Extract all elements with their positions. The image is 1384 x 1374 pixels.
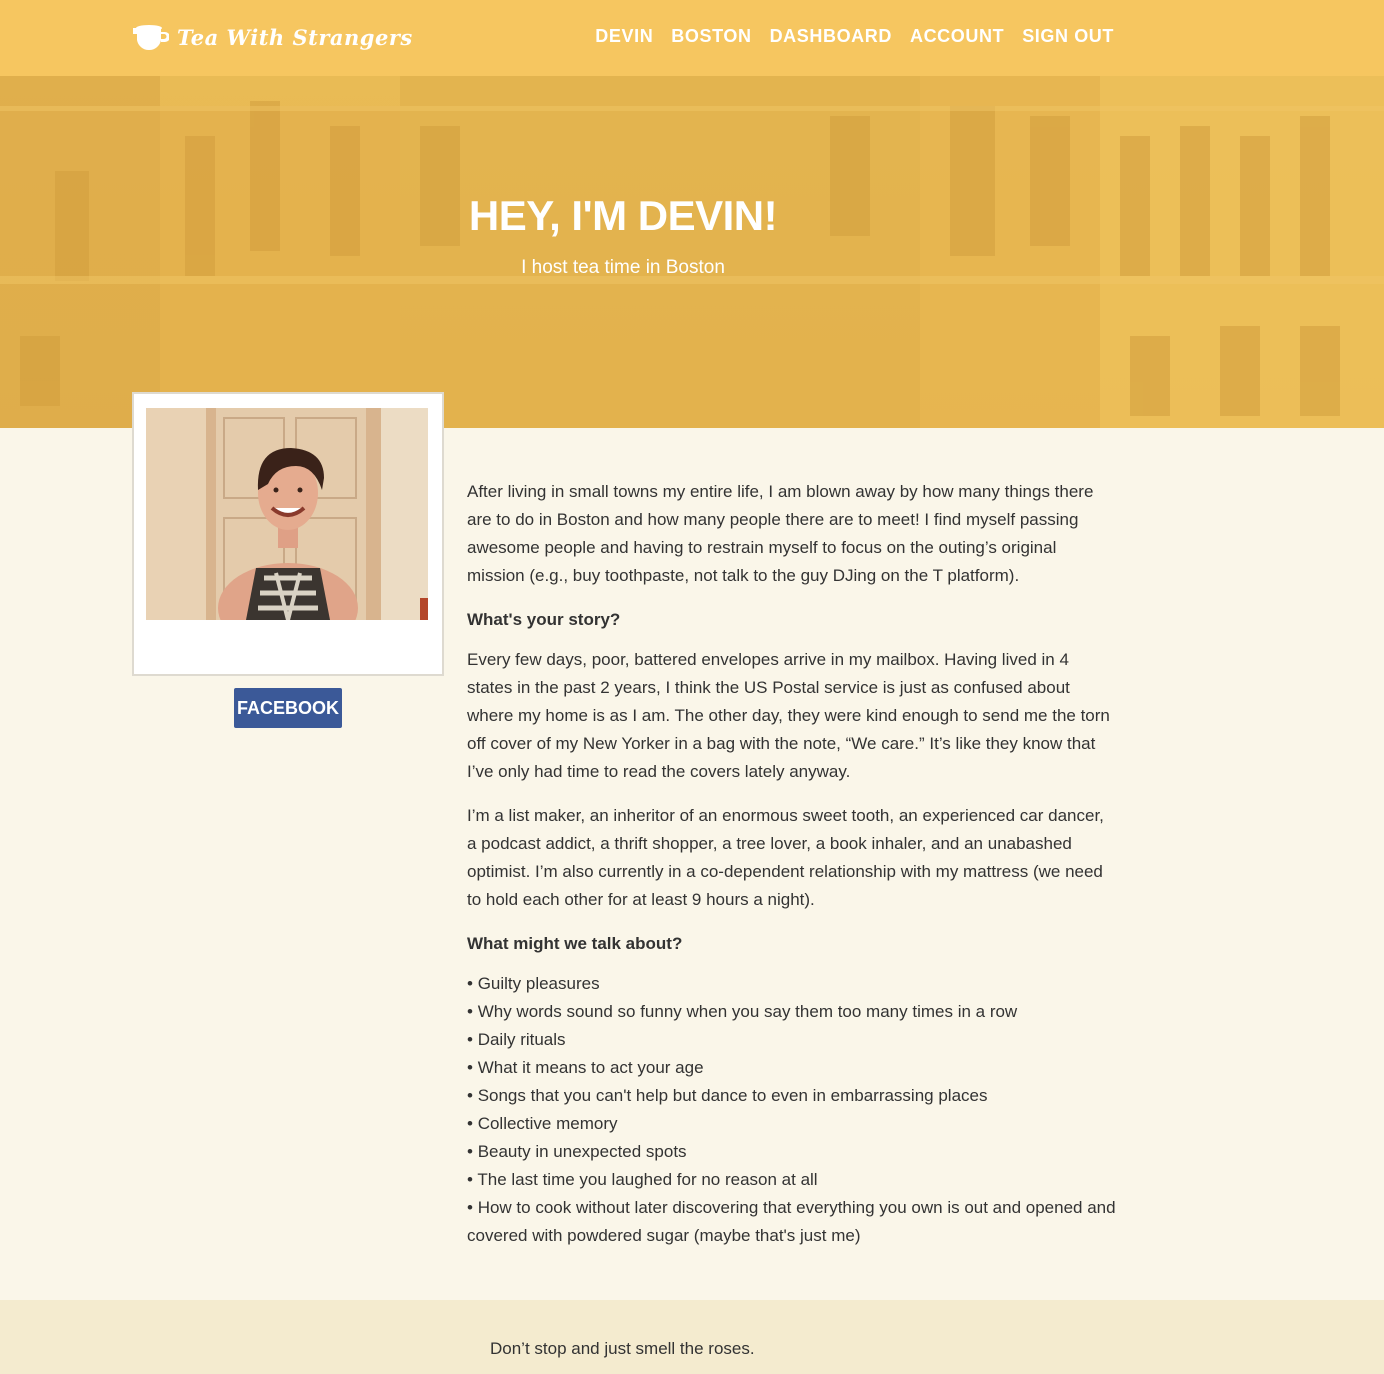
topic-item: Collective memory xyxy=(467,1110,1117,1138)
page-title: HEY, I'M DEVIN! xyxy=(468,192,778,239)
story-paragraph-2: I’m a list maker, an inheritor of an eno… xyxy=(467,806,1104,909)
topic-item: The last time you laughed for no reason … xyxy=(467,1166,1117,1194)
hero-background-image xyxy=(0,76,1384,428)
site-logo[interactable]: Tea With Strangers xyxy=(131,20,413,54)
nav-dashboard[interactable]: DASHBOARD xyxy=(770,26,892,47)
facebook-button[interactable]: FACEBOOK xyxy=(234,688,342,728)
topic-item: Guilty pleasures xyxy=(467,970,1117,998)
portrait-image xyxy=(146,408,428,620)
main-nav: DEVIN BOSTON DASHBOARD ACCOUNT SIGN OUT xyxy=(595,26,1114,47)
teacup-icon xyxy=(133,25,169,51)
story-paragraph-1: Every few days, poor, battered envelopes… xyxy=(467,650,1110,781)
talk-heading: What might we talk about? xyxy=(467,934,683,953)
logo-text: Tea With Strangers xyxy=(177,24,413,50)
topic-item: Songs that you can't help but dance to e… xyxy=(467,1082,1117,1110)
profile-photo xyxy=(146,408,428,620)
footer-quote: Don’t stop and just smell the roses. xyxy=(490,1339,755,1358)
topic-item: Why words sound so funny when you say th… xyxy=(467,998,1117,1026)
story-heading: What's your story? xyxy=(467,610,621,629)
footer: Don’t stop and just smell the roses. xyxy=(0,1300,1384,1374)
topic-item: How to cook without later discovering th… xyxy=(467,1194,1117,1250)
top-navbar: Tea With Strangers DEVIN BOSTON DASHBOAR… xyxy=(0,0,1384,76)
nav-boston[interactable]: BOSTON xyxy=(671,26,751,47)
bio-content: After living in small towns my entire li… xyxy=(467,478,1117,1250)
nav-sign-out[interactable]: SIGN OUT xyxy=(1022,26,1114,47)
nav-account[interactable]: ACCOUNT xyxy=(910,26,1004,47)
profile-photo-card xyxy=(132,392,444,676)
topic-item: Beauty in unexpected spots xyxy=(467,1138,1117,1166)
nav-devin[interactable]: DEVIN xyxy=(595,26,653,47)
page-subtitle: I host tea time in Boston xyxy=(521,257,725,278)
topic-item: Daily rituals xyxy=(467,1026,1117,1054)
topic-item: What it means to act your age xyxy=(467,1054,1117,1082)
topics-list: Guilty pleasures Why words sound so funn… xyxy=(467,970,1117,1250)
bio-intro: After living in small towns my entire li… xyxy=(467,482,1094,585)
hero-banner: HEY, I'M DEVIN! I host tea time in Bosto… xyxy=(0,76,1384,428)
